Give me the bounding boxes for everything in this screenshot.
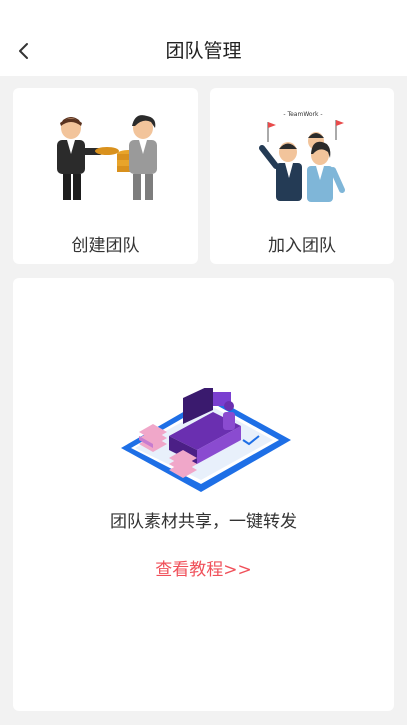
join-team-label: 加入团队 — [268, 236, 336, 256]
share-card: 团队素材共享，一键转发 查看教程>> — [13, 278, 394, 711]
phone-share-illustration — [121, 388, 291, 492]
teamwork-banner-text: - TeamWork - — [283, 111, 322, 118]
teamwork-illustration: - TeamWork - — [259, 111, 345, 202]
join-team-card[interactable]: - TeamWork - 加入团队 — [210, 88, 394, 264]
top-bar: 团队管理 — [0, 0, 407, 76]
view-tutorial-link[interactable]: 查看教程>> — [13, 555, 394, 580]
create-team-card[interactable]: 创建团队 — [13, 88, 198, 264]
share-description: 团队素材共享，一键转发 — [110, 512, 297, 532]
create-team-label: 创建团队 — [71, 236, 140, 256]
page-title: 团队管理 — [165, 40, 242, 62]
handshake-illustration — [57, 115, 157, 200]
